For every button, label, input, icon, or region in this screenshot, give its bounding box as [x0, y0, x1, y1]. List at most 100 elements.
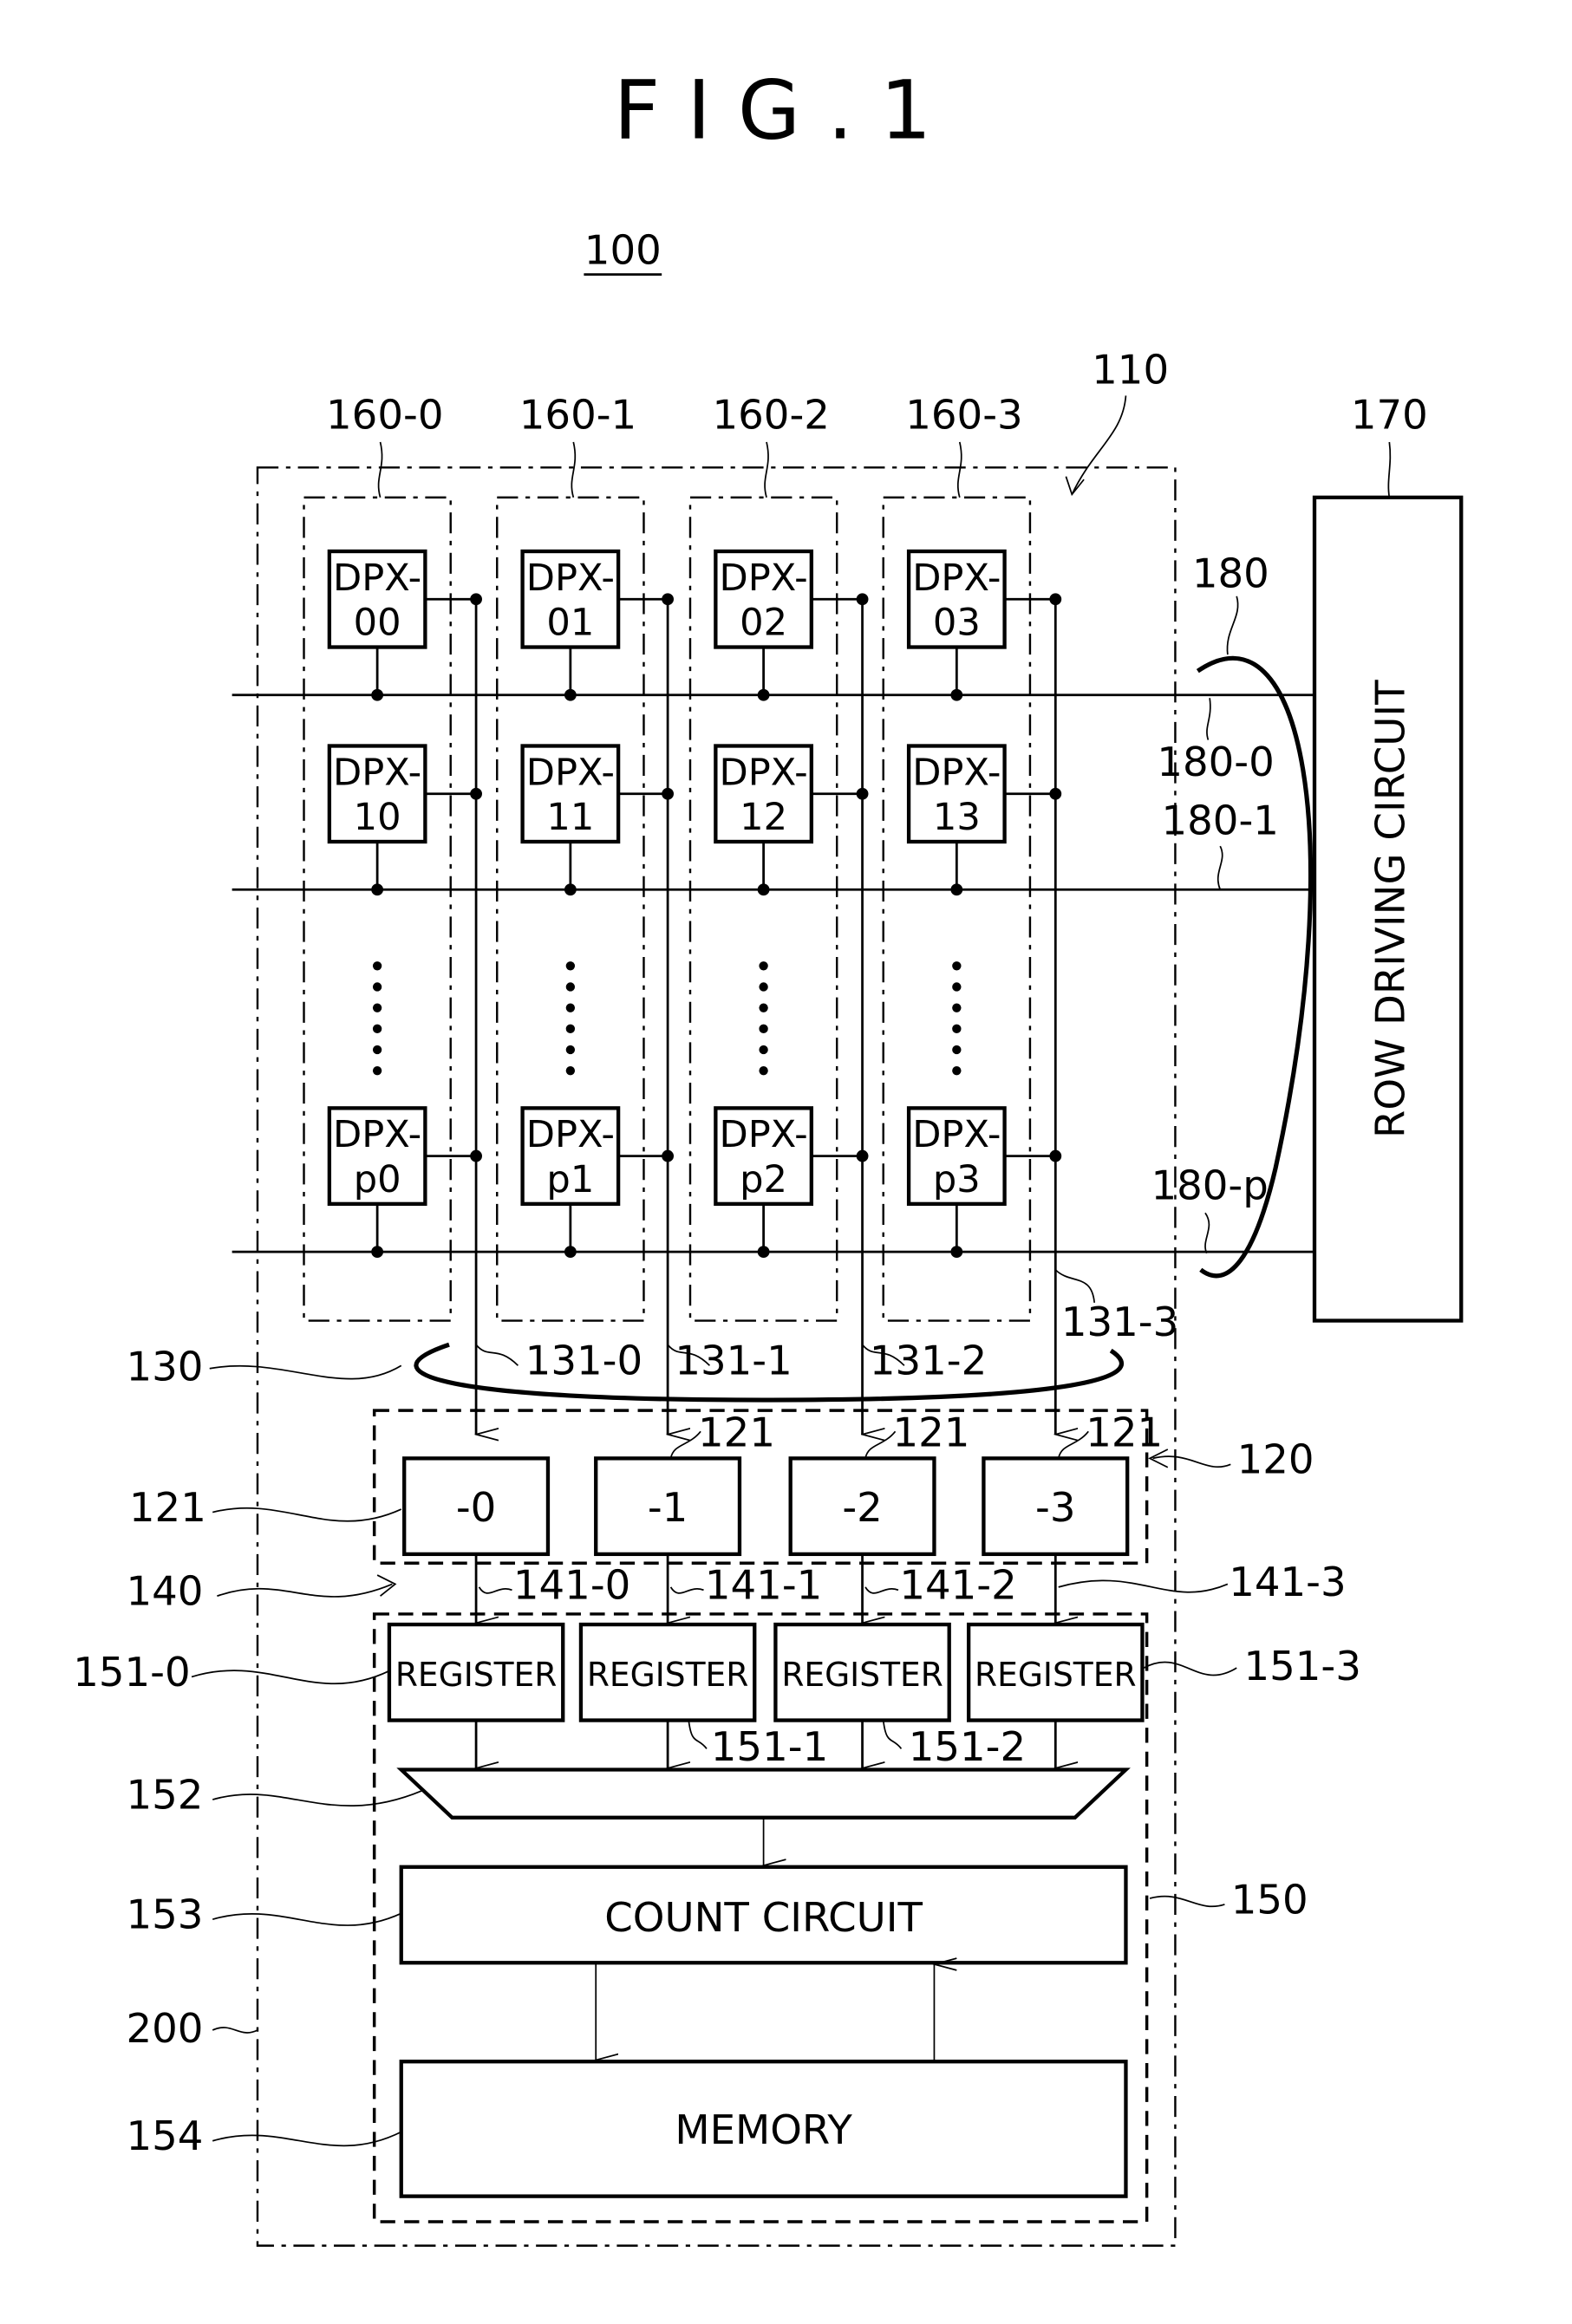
ellipsis-dot — [565, 982, 576, 992]
device-ref-label: 100 — [584, 227, 662, 274]
label-153: 153 — [126, 1891, 203, 1938]
leader-200 — [212, 2027, 258, 2034]
ellipsis-dot — [952, 982, 962, 992]
leader-160-0 — [377, 441, 383, 498]
ellipsis-dot — [952, 1024, 962, 1034]
pixel-label-id: 12 — [740, 796, 787, 839]
label-110: 110 — [1092, 347, 1169, 394]
label-160-0: 160-0 — [326, 391, 443, 438]
label-131-3: 131-3 — [1061, 1299, 1178, 1345]
leader-160-3 — [956, 441, 962, 498]
label-152: 152 — [126, 1771, 203, 1818]
pixel-label-id: p1 — [546, 1158, 594, 1201]
pixel-dpx-01: DPX-01 — [520, 549, 674, 701]
ellipsis-dot — [565, 1024, 576, 1034]
ellipsis-dot — [759, 1065, 768, 1076]
leader-141-3 — [1058, 1579, 1229, 1593]
pixel-dpx-02: DPX-02 — [714, 549, 869, 701]
leader-121-1 — [669, 1430, 701, 1459]
pixel-dpx-13: DPX-13 — [906, 744, 1062, 896]
leader-141-1 — [669, 1586, 704, 1594]
ellipsis-dot — [372, 1065, 382, 1076]
leader-131-0 — [475, 1344, 519, 1366]
memory-label: MEMORY — [675, 2106, 852, 2153]
label-160-2: 160-2 — [713, 391, 830, 438]
label-141-1: 141-1 — [705, 1562, 822, 1609]
ellipsis-dot — [565, 961, 576, 971]
pixel-label-id: 01 — [546, 602, 594, 645]
leader-141-2 — [864, 1586, 899, 1594]
pixel-label-id: 10 — [354, 796, 401, 839]
pixel-label-id: 00 — [354, 602, 401, 645]
label-141-2: 141-2 — [899, 1562, 1016, 1609]
pixel-label-top: DPX- — [912, 1113, 1001, 1156]
tdc-box-label: -1 — [648, 1484, 688, 1531]
label-200: 200 — [126, 2005, 203, 2052]
pixel-label-id: p2 — [740, 1158, 787, 1201]
leader-151-3 — [1143, 1661, 1237, 1676]
pixel-label-top: DPX- — [912, 557, 1001, 600]
leader-160-2 — [764, 441, 769, 498]
leader-151-1 — [688, 1720, 708, 1749]
label-180-p: 180-p — [1151, 1162, 1268, 1209]
register-label: REGISTER — [587, 1656, 748, 1694]
pixel-label-top: DPX- — [333, 557, 421, 600]
leader-151-2 — [882, 1720, 903, 1749]
pixel-dpx-p3: DPX-p3 — [906, 1106, 1062, 1259]
pixel-dpx-00: DPX-00 — [327, 549, 482, 701]
leader-180-p — [1204, 1212, 1210, 1254]
leader-180 — [1226, 596, 1239, 655]
label-141-0: 141-0 — [513, 1562, 630, 1609]
ellipsis-dot — [952, 1065, 962, 1076]
leader-170 — [1387, 441, 1392, 498]
leader-121-3 — [1057, 1430, 1089, 1459]
pixel-dpx-12: DPX-12 — [714, 744, 869, 896]
leader-160-1 — [571, 441, 577, 498]
pixel-dpx-11: DPX-11 — [520, 744, 674, 896]
ellipsis-dot — [372, 1045, 382, 1055]
ellipsis-dot — [952, 961, 962, 971]
leader-180-1 — [1217, 845, 1223, 890]
pixel-label-id: 13 — [933, 796, 981, 839]
label-121-1: 121 — [698, 1409, 775, 1456]
leader-110 — [1071, 395, 1127, 495]
pixel-dpx-p2: DPX-p2 — [714, 1106, 869, 1259]
pixel-dpx-p1: DPX-p1 — [520, 1106, 674, 1259]
label-160-1: 160-1 — [519, 391, 636, 438]
pixel-label-id: 03 — [933, 602, 981, 645]
pixel-label-top: DPX- — [719, 557, 807, 600]
arrowhead-110 — [1065, 476, 1085, 497]
label-160-3: 160-3 — [905, 391, 1022, 438]
label-130: 130 — [126, 1344, 203, 1390]
register-label: REGISTER — [975, 1656, 1136, 1694]
leader-150 — [1149, 1895, 1225, 1908]
ellipsis-dot — [759, 982, 768, 992]
leader-152 — [212, 1789, 423, 1807]
ellipsis-dot — [372, 1024, 382, 1034]
label-121-3: 121 — [1086, 1409, 1163, 1456]
label-151-0: 151-0 — [73, 1649, 190, 1696]
label-151-1: 151-1 — [711, 1723, 828, 1770]
pixel-label-top: DPX- — [526, 1113, 615, 1156]
register-label: REGISTER — [781, 1656, 943, 1694]
ellipsis-dot — [759, 1045, 768, 1055]
ellipsis-dot — [565, 1065, 576, 1076]
label-154: 154 — [126, 2112, 203, 2159]
pixel-label-top: DPX- — [912, 751, 1001, 794]
ellipsis-dot — [372, 961, 382, 971]
pixel-dpx-p0: DPX-p0 — [327, 1106, 482, 1259]
label-140: 140 — [126, 1568, 203, 1615]
register-label: REGISTER — [395, 1656, 557, 1694]
selector-152 — [396, 1767, 1131, 1819]
label-121-2: 121 — [893, 1409, 970, 1456]
leader-180-0 — [1206, 698, 1211, 740]
ellipsis-dot — [565, 1003, 576, 1012]
label-141-3: 141-3 — [1229, 1559, 1346, 1605]
ellipsis-dot — [952, 1045, 962, 1055]
leader-130 — [209, 1364, 402, 1380]
tdc-box-label: -0 — [456, 1484, 496, 1531]
leader-141-0 — [478, 1586, 512, 1594]
pixel-label-id: 11 — [546, 796, 594, 839]
row-driving-circuit-label: ROW DRIVING CIRCUIT — [1367, 680, 1414, 1138]
pixel-label-id: p0 — [354, 1158, 401, 1201]
